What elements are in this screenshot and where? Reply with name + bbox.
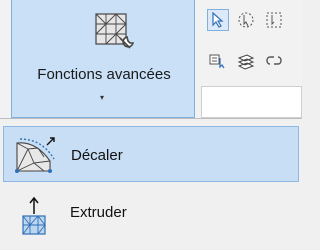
menu-item-extrude-label: Extruder [70, 204, 127, 221]
select-circle-icon[interactable] [235, 9, 257, 31]
extrude-mesh-icon [13, 196, 55, 236]
menu-item-offset[interactable]: Décaler [3, 126, 299, 182]
link-icon[interactable] [263, 50, 285, 72]
chevron-down-icon: ▾ [100, 93, 105, 102]
menu-item-extrude[interactable]: Extruder [3, 188, 299, 244]
advanced-functions-button[interactable]: Fonctions avancées ▾ [11, 0, 195, 118]
layers-icon[interactable] [235, 50, 257, 72]
offset-mesh-icon [14, 135, 56, 175]
select-arrow-icon[interactable] [207, 9, 229, 31]
mesh-wrench-icon [94, 12, 138, 56]
select-layer-icon[interactable] [207, 50, 229, 72]
toolbar-panel [201, 86, 302, 118]
menu-item-offset-label: Décaler [71, 147, 123, 164]
advanced-functions-label: Fonctions avancées [37, 66, 171, 83]
dropdown-menu: Décaler Extruder [0, 118, 302, 250]
select-more-icon[interactable] [263, 9, 285, 31]
